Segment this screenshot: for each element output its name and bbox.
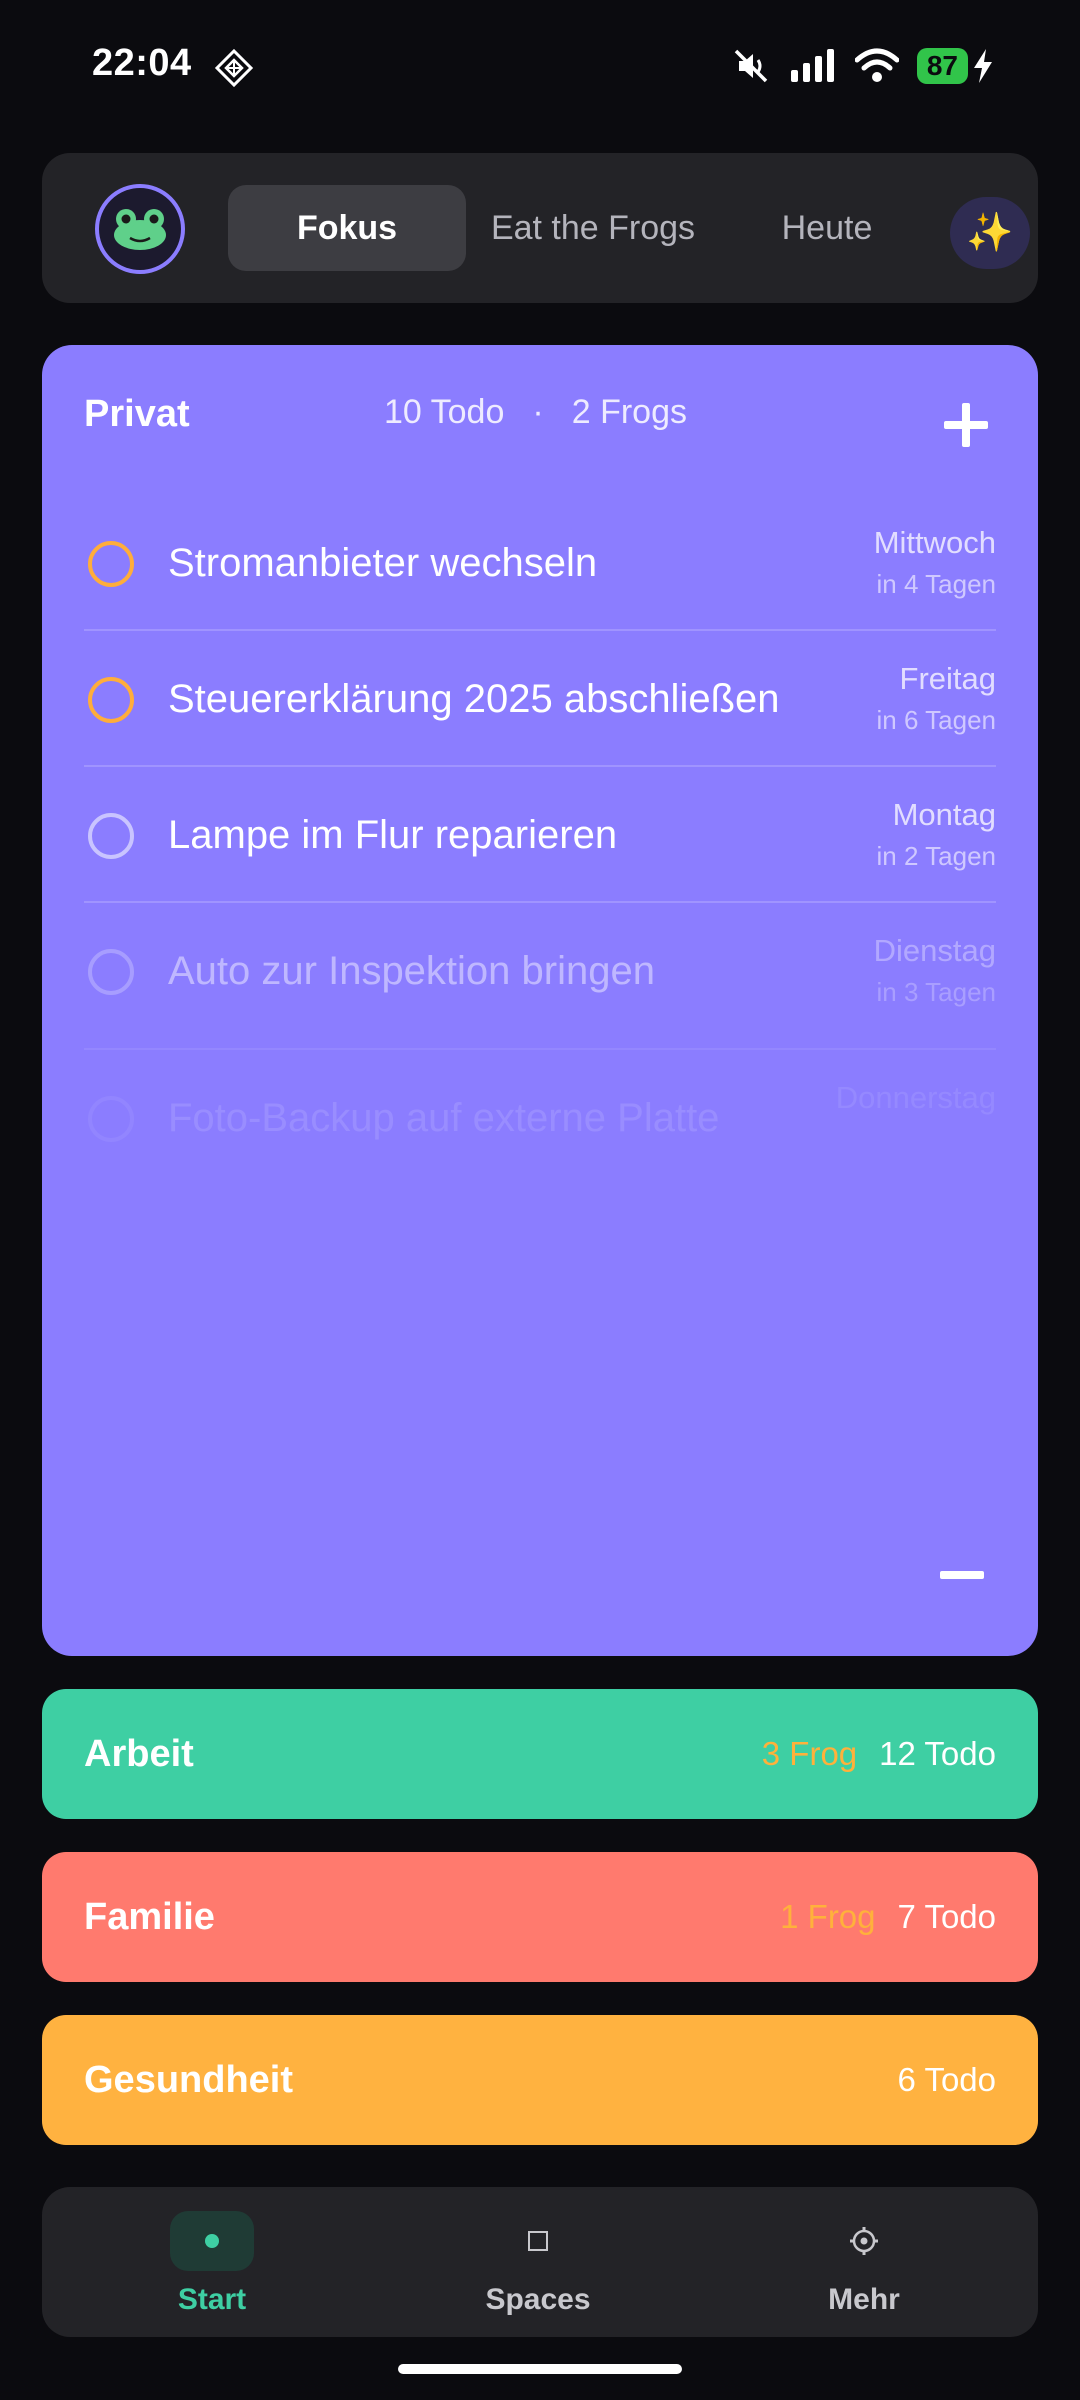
space-title: Familie bbox=[84, 1896, 215, 1938]
gear-icon bbox=[850, 2227, 878, 2255]
checkbox-circle[interactable] bbox=[88, 541, 134, 587]
todo-item[interactable]: Steuererklärung 2025 abschließen Freitag… bbox=[84, 631, 996, 767]
wifi-icon bbox=[854, 48, 899, 82]
space-title: Gesundheit bbox=[84, 2059, 294, 2101]
status-bar: 22:04 87 bbox=[0, 0, 1080, 130]
checkbox-circle[interactable] bbox=[88, 1096, 134, 1142]
home-indicator[interactable] bbox=[398, 2364, 682, 2374]
top-nav: Fokus Eat the Frogs Heute ✨ bbox=[42, 153, 1038, 303]
todo-due-relative: in 3 Tagen bbox=[876, 977, 996, 1007]
square-icon bbox=[528, 2231, 548, 2251]
frog-count: 2 Frogs bbox=[571, 393, 687, 431]
space-title: Privat bbox=[84, 393, 190, 435]
checkbox-circle[interactable] bbox=[88, 949, 134, 995]
minus-icon[interactable] bbox=[940, 1571, 984, 1579]
todo-count: 6 Todo bbox=[897, 2061, 996, 2098]
stats-separator: · bbox=[532, 393, 544, 431]
space-stats: 3 Frog 12 Todo bbox=[762, 1735, 996, 1773]
todo-due-day: Donnerstag bbox=[835, 1080, 996, 1115]
space-card-gesundheit[interactable]: Gesundheit 6 Todo bbox=[42, 2015, 1038, 2145]
todo-item[interactable]: Stromanbieter wechseln Mittwoch in 4 Tag… bbox=[84, 495, 996, 631]
todo-list: Stromanbieter wechseln Mittwoch in 4 Tag… bbox=[84, 495, 996, 1197]
tab-heute[interactable]: Heute bbox=[742, 185, 912, 271]
todo-due-relative: in 2 Tagen bbox=[876, 841, 996, 871]
todo-title: Stromanbieter wechseln bbox=[168, 541, 598, 585]
space-stats: 1 Frog 7 Todo bbox=[780, 1898, 996, 1936]
todo-due-day: Dienstag bbox=[873, 933, 996, 968]
nav-mehr[interactable]: Mehr bbox=[764, 2187, 964, 2337]
frog-count: 1 Frog bbox=[780, 1898, 876, 1935]
todo-title: Auto zur Inspektion bringen bbox=[168, 949, 655, 993]
frog-icon bbox=[114, 209, 166, 250]
dot-icon bbox=[205, 2234, 219, 2248]
nav-label: Mehr bbox=[828, 2283, 900, 2316]
tab-fokus[interactable]: Fokus bbox=[228, 185, 466, 271]
space-stats: 10 Todo · 2 Frogs bbox=[384, 393, 687, 432]
space-card-familie[interactable]: Familie 1 Frog 7 Todo bbox=[42, 1852, 1038, 1982]
todo-due-relative: in 4 Tagen bbox=[876, 569, 996, 599]
status-time: 22:04 bbox=[92, 42, 192, 84]
space-title: Arbeit bbox=[84, 1733, 194, 1775]
todo-count: 12 Todo bbox=[879, 1735, 996, 1772]
nav-spaces[interactable]: Spaces bbox=[438, 2187, 638, 2337]
nav-icon-container bbox=[170, 2211, 254, 2271]
space-stats: 6 Todo bbox=[898, 2061, 996, 2099]
checkbox-circle[interactable] bbox=[88, 813, 134, 859]
battery-indicator: 87 bbox=[916, 48, 968, 84]
avatar[interactable] bbox=[95, 184, 185, 274]
nav-label: Spaces bbox=[485, 2283, 591, 2316]
todo-title: Lampe im Flur reparieren bbox=[168, 813, 618, 857]
ai-sparkle-button[interactable]: ✨ bbox=[950, 197, 1030, 269]
todo-due-day: Mittwoch bbox=[873, 525, 996, 560]
diamond-grid-icon bbox=[214, 48, 254, 88]
todo-count: 7 Todo bbox=[897, 1898, 996, 1935]
bottom-nav: Start Spaces Mehr bbox=[42, 2187, 1038, 2337]
nav-icon-container bbox=[822, 2211, 906, 2271]
tab-eat-the-frogs[interactable]: Eat the Frogs bbox=[474, 185, 712, 271]
frog-count: 3 Frog bbox=[761, 1735, 858, 1772]
nav-start[interactable]: Start bbox=[112, 2187, 312, 2337]
todo-title: Steuererklärung 2025 abschließen bbox=[168, 677, 780, 721]
todo-due-day: Freitag bbox=[899, 661, 996, 696]
signal-icon bbox=[790, 49, 834, 82]
space-card-privat: Privat 10 Todo · 2 Frogs Stromanbieter wec… bbox=[42, 345, 1038, 1656]
nav-icon-container bbox=[496, 2211, 580, 2271]
todo-item[interactable]: Lampe im Flur reparieren Montag in 2 Tag… bbox=[84, 767, 996, 903]
todo-title: Foto-Backup auf externe Platte bbox=[168, 1096, 720, 1140]
space-card-arbeit[interactable]: Arbeit 3 Frog 12 Todo bbox=[42, 1689, 1038, 1819]
plus-icon[interactable] bbox=[936, 395, 996, 455]
nav-label: Start bbox=[177, 2283, 247, 2316]
todo-due-day: Montag bbox=[892, 797, 996, 832]
bolt-icon bbox=[974, 49, 992, 83]
checkbox-circle[interactable] bbox=[88, 677, 134, 723]
todo-item[interactable]: Auto zur Inspektion bringen Dienstag in … bbox=[84, 903, 996, 1050]
todo-count: 10 Todo bbox=[384, 393, 505, 431]
todo-item[interactable]: Foto-Backup auf externe Platte Donnersta… bbox=[84, 1050, 996, 1197]
todo-due-relative: in 6 Tagen bbox=[876, 705, 996, 735]
mute-icon bbox=[734, 49, 768, 83]
sparkle-icon: ✨ bbox=[966, 212, 1014, 254]
